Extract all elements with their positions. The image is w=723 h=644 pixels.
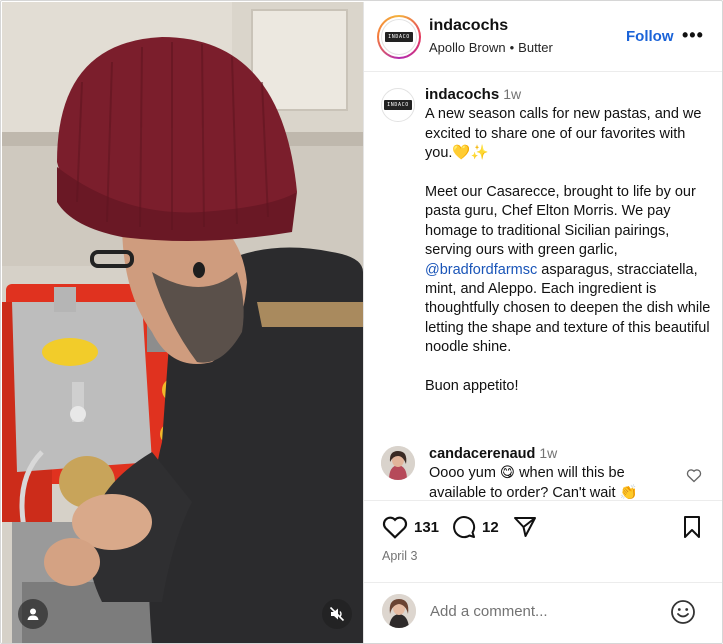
bookmark-icon bbox=[684, 516, 700, 538]
share-button[interactable] bbox=[512, 515, 538, 539]
caption-username[interactable]: indacochs bbox=[425, 86, 499, 103]
media-mute-button[interactable] bbox=[322, 599, 352, 629]
caption-paragraph-2: Meet our Casarecce, brought to life by o… bbox=[425, 183, 715, 358]
like-count[interactable]: 131 bbox=[414, 519, 439, 536]
author-username[interactable]: indacochs bbox=[429, 17, 508, 35]
add-comment-bar bbox=[364, 582, 722, 643]
logo-wordmark-small: INDACO bbox=[384, 100, 412, 110]
audio-track-link[interactable]: Apollo Brown • Butter bbox=[429, 40, 553, 55]
mention-link[interactable]: @bradfordfarmsc bbox=[425, 262, 537, 278]
comment-timestamp[interactable]: 1w bbox=[539, 445, 557, 461]
video-frame-image bbox=[2, 2, 363, 643]
comment-like-button[interactable] bbox=[686, 468, 702, 488]
add-comment-input[interactable] bbox=[430, 597, 660, 625]
smiley-icon bbox=[671, 600, 695, 624]
comments-scroll-area[interactable]: INDACO indacochs 1w A new season calls fo… bbox=[364, 72, 722, 500]
caption-text-before-mention: Meet our Casarecce, brought to life by o… bbox=[425, 184, 696, 259]
emoji-picker-button[interactable] bbox=[670, 599, 696, 630]
like-button[interactable]: 131 bbox=[382, 515, 439, 539]
audio-track: Butter bbox=[518, 40, 553, 55]
audio-separator: • bbox=[509, 40, 515, 55]
logo-wordmark: INDACO bbox=[385, 32, 413, 42]
commenter-avatar[interactable] bbox=[381, 446, 415, 480]
comment-bubble-icon bbox=[453, 516, 476, 539]
user-icon bbox=[27, 608, 39, 620]
speaker-muted-icon bbox=[329, 606, 345, 622]
audio-artist: Apollo Brown bbox=[429, 40, 506, 55]
caption-signoff: Buon appetito! bbox=[425, 378, 519, 395]
comment-button[interactable]: 12 bbox=[452, 515, 499, 539]
action-bar: 131 12 April 3 bbox=[364, 500, 722, 582]
heart-icon bbox=[382, 516, 408, 539]
post-media-video[interactable] bbox=[2, 2, 363, 643]
heart-outline-icon bbox=[686, 469, 702, 483]
comment-count[interactable]: 12 bbox=[482, 519, 499, 536]
caption-author-avatar[interactable]: INDACO bbox=[381, 88, 415, 122]
caption-timestamp[interactable]: 1w bbox=[503, 86, 521, 102]
current-user-avatar bbox=[382, 594, 416, 628]
brand-logo: INDACO bbox=[381, 19, 417, 55]
caption-paragraph-1: A new season calls for new pastas, and w… bbox=[425, 106, 702, 162]
paper-plane-icon bbox=[514, 517, 536, 537]
more-options-icon: ••• bbox=[682, 25, 704, 45]
post-details-panel: INDACO indacochs Apollo Brown • Butter Fol… bbox=[363, 2, 722, 643]
follow-button[interactable]: Follow bbox=[626, 28, 674, 45]
save-button[interactable] bbox=[681, 515, 703, 539]
more-options-button[interactable]: ••• bbox=[682, 25, 704, 46]
current-user-photo bbox=[382, 594, 416, 628]
comment-text: Oooo yum 😋 when will this be available t… bbox=[429, 465, 638, 500]
media-user-tag-button[interactable] bbox=[18, 599, 48, 629]
post-header: INDACO indacochs Apollo Brown • Butter Fol… bbox=[364, 2, 722, 72]
comment-body: candacerenaud 1w Oooo yum 😋 when will thi… bbox=[429, 444, 669, 500]
commenter-username[interactable]: candacerenaud bbox=[429, 446, 535, 462]
post-window: INDACO indacochs Apollo Brown • Butter Fol… bbox=[0, 0, 723, 644]
commenter-photo bbox=[381, 446, 415, 480]
author-avatar[interactable]: INDACO bbox=[377, 15, 421, 59]
post-caption: indacochs 1w A new season calls for new p… bbox=[425, 85, 715, 396]
post-date[interactable]: April 3 bbox=[382, 549, 417, 563]
